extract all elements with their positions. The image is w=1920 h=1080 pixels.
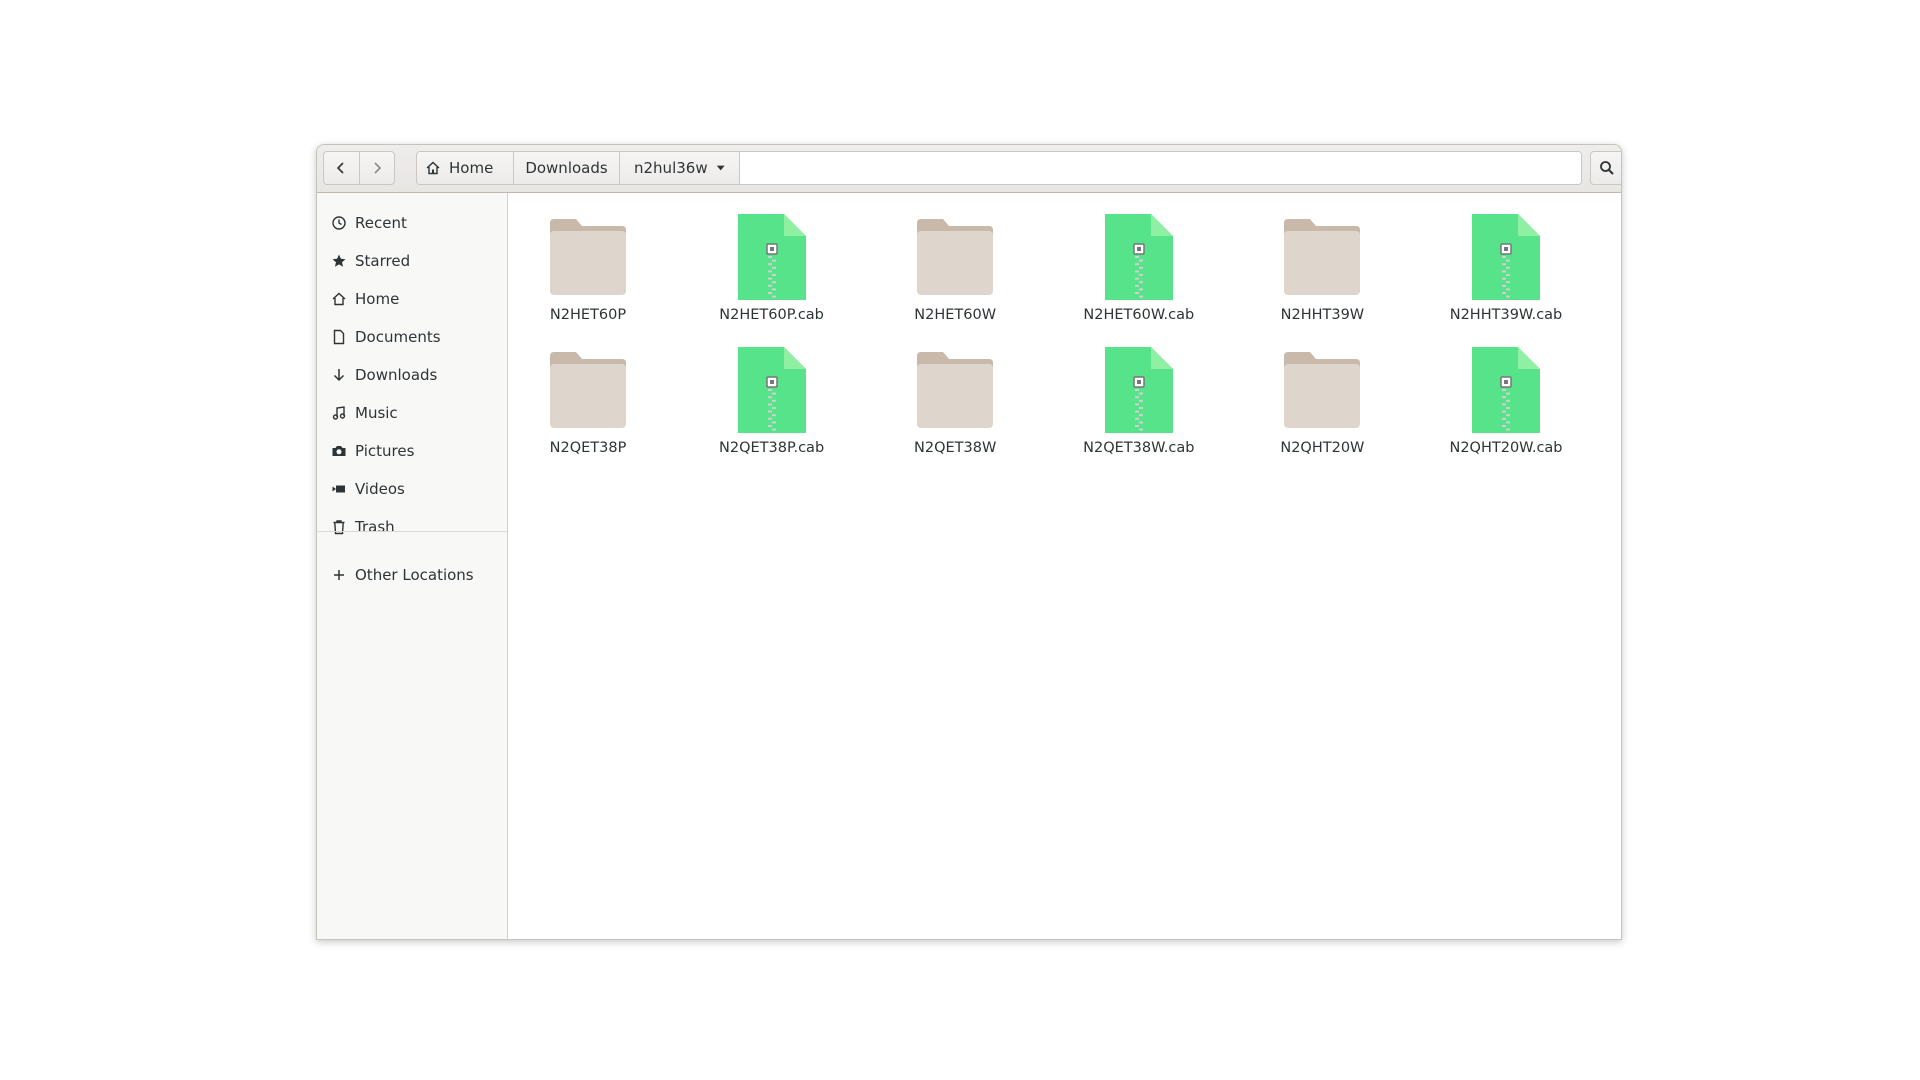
zip-archive-icon bbox=[730, 211, 814, 303]
sidebar-item-other-locations[interactable]: Other Locations bbox=[317, 556, 507, 594]
home-icon bbox=[426, 161, 440, 175]
trash-icon bbox=[331, 519, 347, 535]
sidebar-item-videos[interactable]: Videos bbox=[317, 470, 507, 508]
navigation-buttons bbox=[323, 151, 395, 185]
zip-archive-icon bbox=[1097, 211, 1181, 303]
zip-archive-icon bbox=[1097, 344, 1181, 436]
folder-item[interactable]: N2QET38P bbox=[513, 344, 663, 472]
header-bar: Home Downloads n2hul36w bbox=[317, 145, 1621, 193]
folder-item[interactable]: N2HHT39W bbox=[1247, 211, 1397, 339]
breadcrumb-downloads[interactable]: Downloads bbox=[514, 152, 620, 184]
file-name: N2QHT20W.cab bbox=[1449, 440, 1563, 456]
location-bar: Home Downloads n2hul36w bbox=[416, 151, 1582, 185]
folder-item[interactable]: N2HET60W bbox=[880, 211, 1030, 339]
archive-file-item[interactable]: N2HET60P.cab bbox=[697, 211, 847, 339]
dropdown-arrow-icon bbox=[716, 165, 725, 171]
file-name: N2HHT39W.cab bbox=[1449, 307, 1563, 323]
archive-file-item[interactable]: N2QET38P.cab bbox=[697, 344, 847, 472]
archive-file-item[interactable]: N2HET60W.cab bbox=[1064, 211, 1214, 339]
file-name: N2QET38W.cab bbox=[1083, 440, 1195, 456]
sidebar-item-label: Home bbox=[355, 290, 400, 308]
file-name: N2HHT39W bbox=[1280, 307, 1365, 323]
folder-item[interactable]: N2HET60P bbox=[513, 211, 663, 339]
zip-archive-icon bbox=[730, 344, 814, 436]
plus-icon bbox=[331, 567, 347, 583]
breadcrumb-home[interactable]: Home bbox=[417, 152, 514, 184]
archive-file-item[interactable]: N2QHT20W.cab bbox=[1431, 344, 1581, 472]
sidebar-item-trash[interactable]: Trash bbox=[317, 508, 507, 546]
camera-icon bbox=[331, 443, 347, 459]
sidebar-item-home[interactable]: Home bbox=[317, 280, 507, 318]
download-icon bbox=[331, 367, 347, 383]
zip-archive-icon bbox=[1464, 211, 1548, 303]
archive-file-item[interactable]: N2HHT39W.cab bbox=[1431, 211, 1581, 339]
sidebar-item-label: Documents bbox=[355, 328, 441, 346]
sidebar: Recent Starred Home Documents Downloads … bbox=[317, 193, 508, 939]
sidebar-item-music[interactable]: Music bbox=[317, 394, 507, 432]
folder-item[interactable]: N2QHT20W bbox=[1247, 344, 1397, 472]
file-name: N2HET60W.cab bbox=[1083, 307, 1195, 323]
sidebar-item-label: Downloads bbox=[355, 366, 438, 384]
star-icon bbox=[331, 253, 347, 269]
folder-icon bbox=[913, 211, 997, 303]
breadcrumb-current[interactable]: n2hul36w bbox=[620, 152, 740, 184]
file-name: N2QHT20W bbox=[1280, 440, 1365, 456]
sidebar-item-label: Other Locations bbox=[355, 566, 474, 584]
file-name: N2QET38W bbox=[914, 440, 997, 456]
sidebar-item-recent[interactable]: Recent bbox=[317, 204, 507, 242]
folder-icon bbox=[546, 211, 630, 303]
chevron-right-icon bbox=[374, 162, 381, 174]
archive-file-item[interactable]: N2QET38W.cab bbox=[1064, 344, 1214, 472]
folder-icon bbox=[1280, 211, 1364, 303]
chevron-left-icon bbox=[337, 162, 344, 174]
breadcrumb-label: n2hul36w bbox=[634, 159, 708, 177]
file-name: N2QET38P.cab bbox=[719, 440, 825, 456]
sidebar-item-label: Pictures bbox=[355, 442, 415, 460]
sidebar-item-label: Music bbox=[355, 404, 398, 422]
file-name: N2HET60P bbox=[549, 307, 627, 323]
sidebar-item-starred[interactable]: Starred bbox=[317, 242, 507, 280]
back-button[interactable] bbox=[324, 152, 359, 184]
file-name: N2QET38P bbox=[549, 440, 627, 456]
folder-item[interactable]: N2QET38W bbox=[880, 344, 1030, 472]
location-empty-area[interactable] bbox=[740, 152, 1581, 184]
folder-icon bbox=[546, 344, 630, 436]
file-name: N2HET60W bbox=[914, 307, 997, 323]
zip-archive-icon bbox=[1464, 344, 1548, 436]
home-icon bbox=[331, 291, 347, 307]
file-manager-window: Home Downloads n2hul36w Recent Starred H… bbox=[316, 144, 1622, 940]
document-icon bbox=[331, 329, 347, 345]
breadcrumb-label: Downloads bbox=[525, 159, 608, 177]
music-icon bbox=[331, 405, 347, 421]
search-icon bbox=[1600, 161, 1614, 175]
sidebar-item-label: Recent bbox=[355, 214, 407, 232]
sidebar-item-documents[interactable]: Documents bbox=[317, 318, 507, 356]
sidebar-item-downloads[interactable]: Downloads bbox=[317, 356, 507, 394]
breadcrumb-label: Home bbox=[449, 159, 494, 177]
folder-icon bbox=[1280, 344, 1364, 436]
clock-icon bbox=[331, 215, 347, 231]
sidebar-item-label: Starred bbox=[355, 252, 411, 270]
video-icon bbox=[331, 481, 347, 497]
sidebar-divider bbox=[317, 531, 507, 532]
file-name: N2HET60P.cab bbox=[719, 307, 824, 323]
search-button[interactable] bbox=[1590, 151, 1621, 185]
sidebar-item-pictures[interactable]: Pictures bbox=[317, 432, 507, 470]
folder-icon bbox=[913, 344, 997, 436]
sidebar-item-label: Trash bbox=[355, 518, 395, 536]
sidebar-item-label: Videos bbox=[355, 480, 405, 498]
file-grid: N2HET60P N2HET60P.cab N2HET60W N2HET60W.cab… bbox=[508, 193, 1621, 939]
forward-button[interactable] bbox=[358, 152, 395, 184]
